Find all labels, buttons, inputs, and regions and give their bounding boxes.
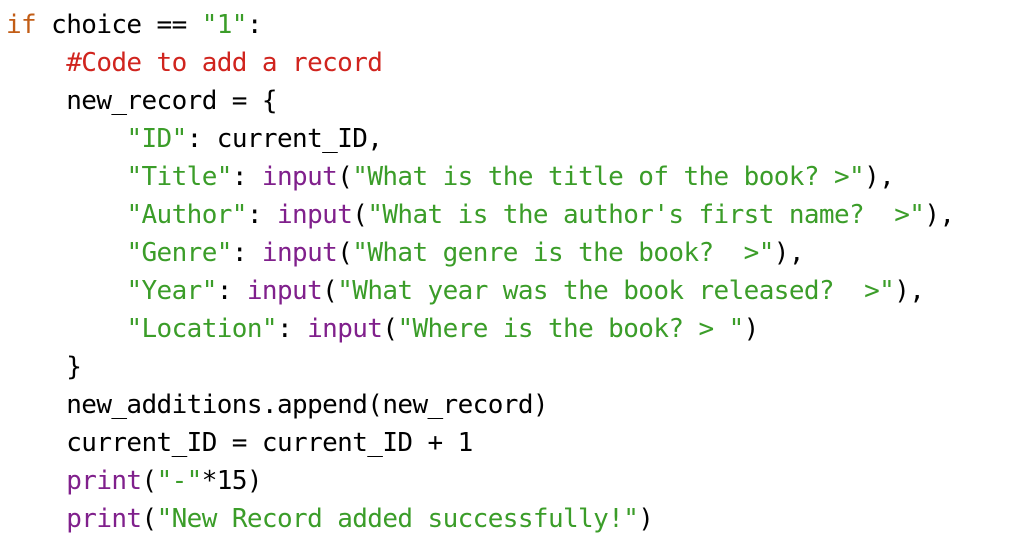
code-token-builtin: input	[307, 314, 383, 344]
code-token-string: "Author"	[126, 200, 247, 230]
code-token-default: : current_ID,	[186, 124, 383, 154]
code-token-default: current_ID = current_ID + 1	[6, 428, 473, 458]
code-token-default	[6, 200, 126, 230]
code-token-default: new_record = {	[6, 86, 277, 116]
code-token-default: :	[246, 10, 263, 40]
code-line: "Location": input("Where is the book? > …	[6, 310, 1016, 348]
code-line: "Year": input("What year was the book re…	[6, 272, 1016, 310]
code-token-string: "What genre is the book? >"	[352, 238, 774, 268]
code-token-string: "What is the title of the book? >"	[352, 162, 865, 192]
code-token-default: (	[141, 466, 158, 496]
code-token-default: :	[231, 238, 262, 268]
code-lines: if choice == "1": #Code to add a record …	[6, 6, 1016, 538]
code-token-keyword: if	[6, 10, 37, 40]
code-token-default: ),	[894, 276, 925, 306]
code-line: print("New Record added successfully!")	[6, 500, 1016, 538]
code-token-builtin: print	[66, 466, 142, 496]
code-token-default: )	[743, 314, 760, 344]
code-line: }	[6, 348, 1016, 386]
code-token-default	[6, 466, 66, 496]
code-token-default: }	[6, 352, 82, 382]
code-token-default	[6, 314, 126, 344]
code-token-builtin: input	[276, 200, 353, 230]
code-token-default: :	[231, 162, 262, 192]
code-token-default	[6, 48, 66, 78]
code-line: "ID": current_ID,	[6, 120, 1016, 158]
code-token-default: ),	[864, 162, 895, 192]
code-token-default: (	[141, 504, 158, 534]
code-token-default	[6, 162, 126, 192]
code-token-default: :	[246, 200, 277, 230]
code-token-default: (	[382, 314, 398, 344]
code-token-string: "Year"	[126, 276, 217, 306]
code-token-string: "-"	[156, 466, 203, 496]
code-token-default	[6, 238, 126, 268]
code-token-string: "1"	[201, 10, 248, 40]
code-line: #Code to add a record	[6, 44, 1016, 82]
code-token-default: new_additions.append(new_record)	[6, 390, 548, 420]
code-token-builtin: input	[246, 276, 323, 306]
code-token-default: :	[276, 314, 308, 344]
code-line: if choice == "1":	[6, 6, 1016, 44]
code-line: print("-"*15)	[6, 462, 1016, 500]
code-line: new_additions.append(new_record)	[6, 386, 1016, 424]
code-line: "Genre": input("What genre is the book? …	[6, 234, 1016, 272]
code-token-builtin: input	[261, 162, 338, 192]
code-line: "Title": input("What is the title of the…	[6, 158, 1016, 196]
code-token-builtin: input	[261, 238, 338, 268]
code-token-string: "Title"	[126, 162, 232, 192]
code-token-default: (	[337, 238, 353, 268]
code-token-string: "ID"	[126, 124, 187, 154]
code-token-string: "Location"	[126, 314, 277, 344]
code-line: new_record = {	[6, 82, 1016, 120]
code-token-default: (	[337, 162, 353, 192]
code-token-string: "What is the author's first name? >"	[367, 200, 925, 230]
code-token-string: "New Record added successfully!"	[156, 504, 639, 534]
code-token-string: "Where is the book? > "	[397, 314, 744, 344]
code-token-default	[6, 124, 126, 154]
code-token-default: :	[216, 276, 247, 306]
code-token-string: "What year was the book released? >"	[337, 276, 895, 306]
code-token-default: )	[638, 504, 654, 534]
code-token-default	[6, 276, 126, 306]
code-token-default: (	[322, 276, 338, 306]
code-line: current_ID = current_ID + 1	[6, 424, 1016, 462]
code-token-default	[6, 504, 66, 534]
code-token-string: "Genre"	[126, 238, 232, 268]
code-token-default: *15)	[201, 466, 263, 496]
code-editor[interactable]: if choice == "1": #Code to add a record …	[6, 6, 1016, 538]
code-token-default: choice ==	[36, 10, 202, 40]
code-token-default: ),	[924, 200, 955, 230]
code-token-comment: #Code to add a record	[66, 48, 383, 78]
code-token-builtin: print	[66, 504, 142, 534]
code-token-default: (	[352, 200, 368, 230]
code-token-default: ),	[773, 238, 805, 268]
code-line: "Author": input("What is the author's fi…	[6, 196, 1016, 234]
